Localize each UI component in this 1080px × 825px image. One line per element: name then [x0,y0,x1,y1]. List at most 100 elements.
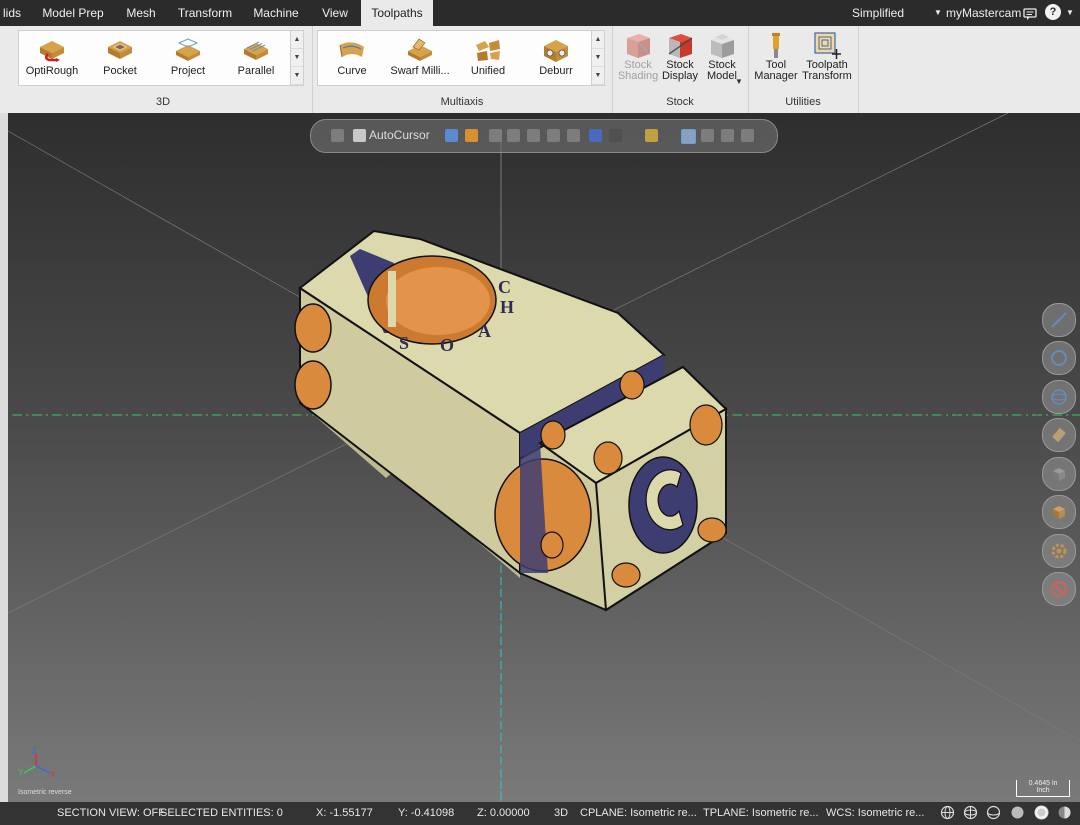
hidden-line-icon[interactable] [986,805,1001,823]
scale-indicator: 0.4645 in Inch [1016,780,1070,797]
solid-icon[interactable] [1042,457,1076,491]
chain-icon[interactable] [701,129,714,142]
engraved-letter: O [440,335,454,355]
tool-manager-button[interactable]: Tool Manager [754,30,798,82]
group-stock-label: Stock [666,96,694,108]
left-panel-edge[interactable] [0,113,8,802]
mode-selector[interactable]: Simplified [852,0,904,26]
parallel-button[interactable]: Parallel [225,35,287,85]
stock-model-icon [711,34,734,58]
tplane-status[interactable]: TPLANE: Isometric re... [703,807,819,819]
comment-icon[interactable] [1023,4,1037,20]
ribbon: OptiRough Pocket Project Parallel ▲ ▼ ▼ … [0,26,1080,114]
gear-point-icon[interactable] [465,129,478,142]
menu-bar: lids Model Prep Mesh Transform Machine V… [0,0,1080,26]
tab-mesh[interactable]: Mesh [118,0,164,26]
scale-value: 0.4645 in [1028,780,1058,787]
tab-transform[interactable]: Transform [174,0,236,26]
select-feature-icon[interactable] [589,129,602,142]
scroll-up-icon[interactable]: ▲ [592,31,604,49]
shaded-icon[interactable] [1010,805,1025,823]
gallery-multiaxis-scroller[interactable]: ▲ ▼ ▼ [591,30,605,86]
pocket-icon [108,41,132,59]
scroll-down-icon[interactable]: ▼ [592,49,604,67]
stock-model-button[interactable]: Stock Model [700,30,744,82]
tab-solids[interactable]: lids [0,0,24,26]
lock-icon[interactable] [331,129,344,142]
mode-3d-toggle[interactable]: 3D [554,807,568,819]
tool-icon[interactable] [1042,418,1076,452]
group-stock: Stock Shading Stock Display Stock Model … [612,26,749,113]
pointer-icon[interactable] [489,129,502,142]
engraved-letter: A [478,321,491,341]
wcs-status[interactable]: WCS: Isometric re... [826,807,924,819]
measure-icon[interactable] [1042,303,1076,337]
svg-text:Z: Z [32,747,37,756]
select-mesh-icon[interactable] [681,129,696,144]
translucency-icon[interactable] [1057,805,1072,823]
gallery-3d-scroller[interactable]: ▲ ▼ ▼ [290,30,304,86]
wireframe-globe-icon[interactable] [963,805,978,823]
select-cursor-icon[interactable] [353,129,366,142]
graphics-viewport[interactable]: S O A H C Z Y X AutoCursor [8,113,1080,802]
parallel-icon [244,41,268,60]
circle-select-icon[interactable] [1042,341,1076,375]
deburr-icon [544,40,568,62]
tab-machine[interactable]: Machine [248,0,304,26]
help-dropdown-icon[interactable]: ▼ [1066,0,1074,26]
globe-icon[interactable] [940,805,955,823]
no-entry-icon[interactable] [1042,572,1076,606]
engraved-letter: S [399,333,409,353]
verify-select-icon[interactable] [645,129,658,142]
selected-entities-status[interactable]: SELECTED ENTITIES: 0 [160,807,283,819]
tab-toolpaths[interactable]: Toolpaths [361,0,433,26]
shaded-edges-icon[interactable] [1034,805,1049,823]
help-icon[interactable]: ? [1045,4,1061,20]
toolpath-transform-button[interactable]: Toolpath Transform [802,30,852,82]
gallery-3d: OptiRough Pocket Project Parallel [18,30,292,86]
unified-button[interactable]: Unified [457,35,519,85]
gallery-expand-icon[interactable]: ▼ [592,67,604,85]
optirough-button[interactable]: OptiRough [21,35,83,85]
xyz-coords-icon[interactable] [445,129,458,142]
section-view-status[interactable]: SECTION VIEW: OFF [57,807,165,819]
project-button[interactable]: Project [157,35,219,85]
swarf-icon [408,38,432,61]
curve-button[interactable]: Curve [321,35,383,85]
group-utilities-label: Utilities [785,96,821,108]
part-hole [294,303,332,353]
engraved-letter: C [498,277,511,297]
stock-icon[interactable] [1042,495,1076,529]
tab-model-prep[interactable]: Model Prep [38,0,108,26]
scroll-down-icon[interactable]: ▼ [291,49,303,67]
pocket-button[interactable]: Pocket [89,35,151,85]
select-body-icon[interactable] [567,129,580,142]
y-coordinate: Y: -0.41098 [398,807,455,819]
stock-model-dropdown-icon[interactable]: ▼ [735,77,743,86]
settings-icon[interactable] [1042,534,1076,568]
deburr-button[interactable]: Deburr [525,35,587,85]
select-solid-icon[interactable] [507,129,520,142]
x-coordinate: X: -1.55177 [316,807,373,819]
window-select-icon[interactable] [609,129,622,142]
project-icon [176,38,200,61]
tab-view[interactable]: View [316,0,354,26]
select-edge-icon[interactable] [547,129,560,142]
part-model[interactable]: S O A H C [294,229,728,612]
rotate-icon[interactable] [721,129,734,142]
swarf-milling-button[interactable]: Swarf Milli... [389,35,451,85]
curve-icon [339,42,364,58]
refresh-icon[interactable] [741,129,754,142]
gallery-expand-icon[interactable]: ▼ [291,67,303,85]
sphere-icon[interactable] [1042,380,1076,414]
account-name[interactable]: myMastercam [946,0,1021,26]
tool-manager-icon [772,33,780,58]
stock-display-button[interactable]: Stock Display [658,30,702,82]
cplane-status[interactable]: CPLANE: Isometric re... [580,807,697,819]
stock-shading-button[interactable]: Stock Shading [616,30,660,82]
select-face-icon[interactable] [527,129,540,142]
part-hole [540,531,564,559]
mode-dropdown-icon[interactable]: ▼ [934,0,942,26]
autocursor-dropdown[interactable]: AutoCursor [369,128,430,142]
scroll-up-icon[interactable]: ▲ [291,31,303,49]
